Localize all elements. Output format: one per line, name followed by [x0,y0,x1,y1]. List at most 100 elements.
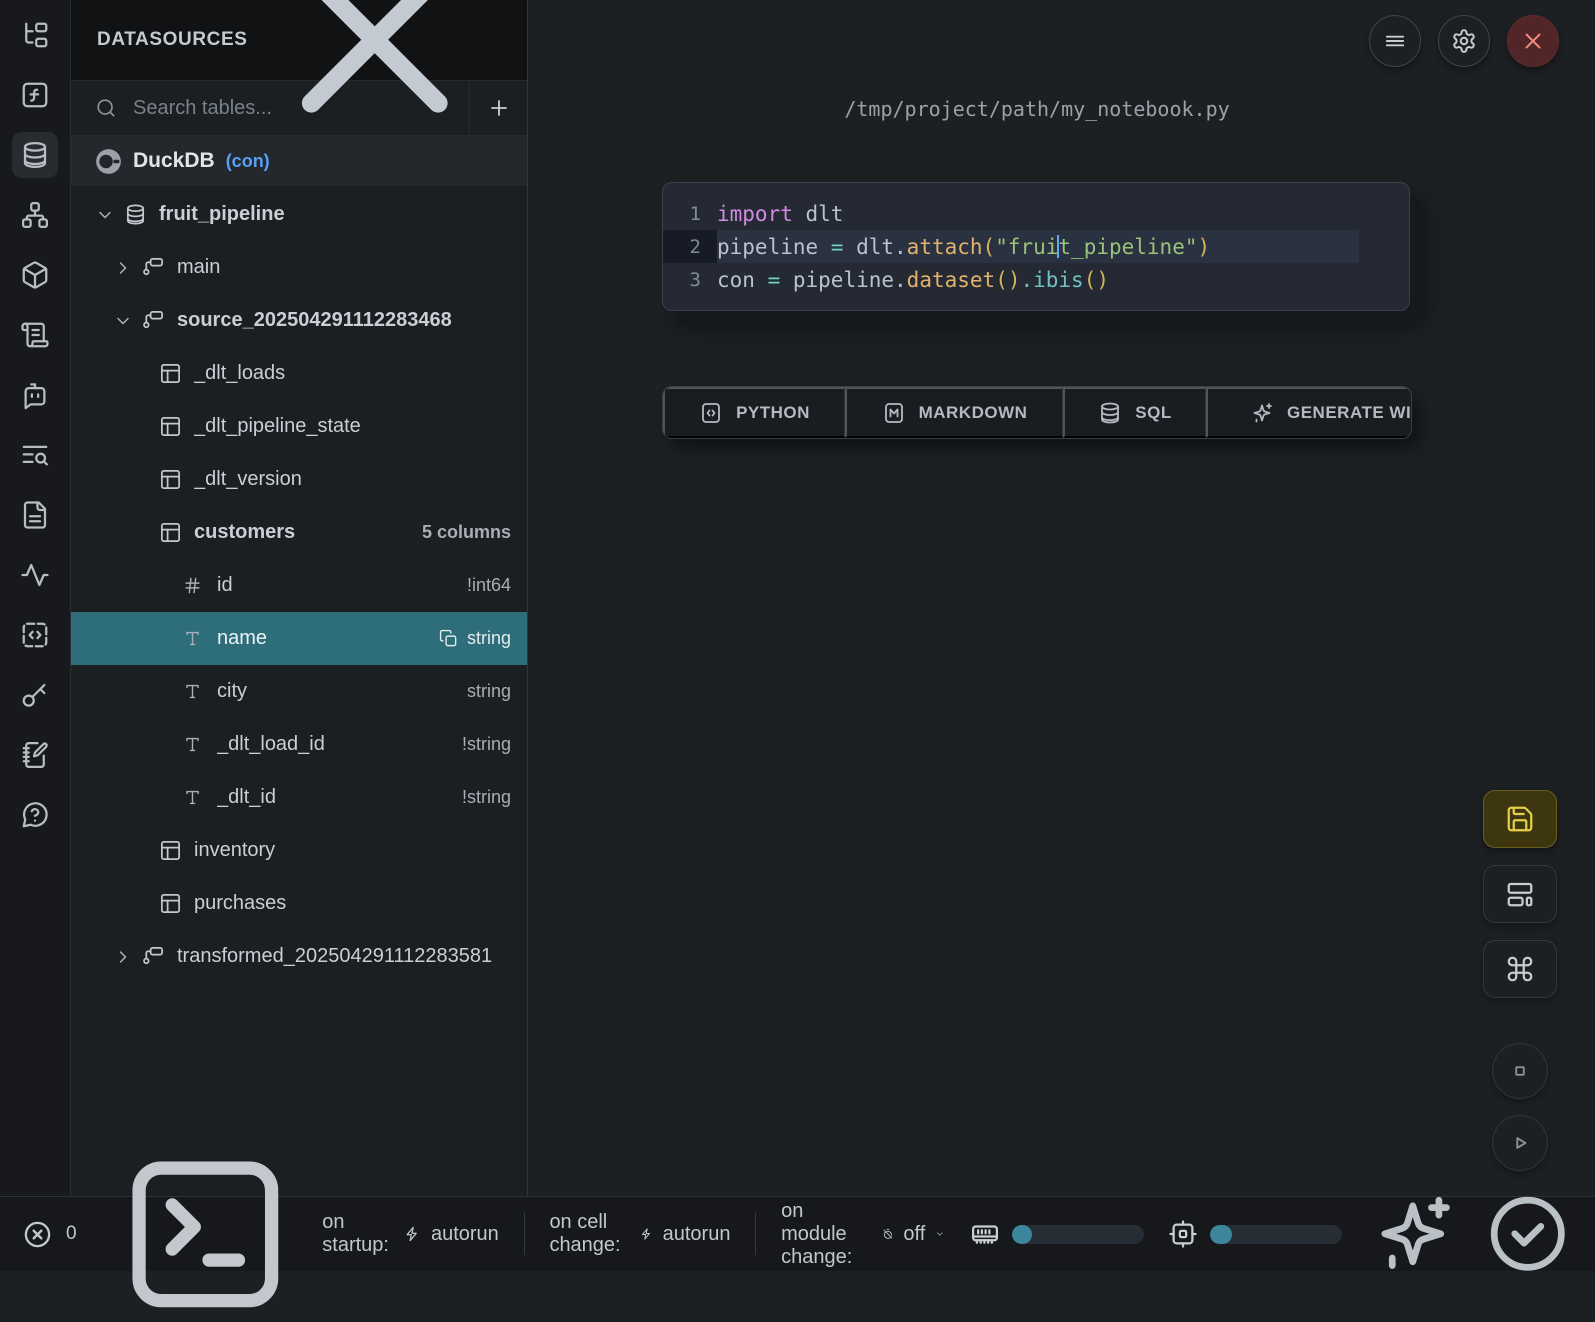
button-label: SQL [1135,403,1171,423]
type-icon [183,682,202,701]
plus-icon [487,96,511,120]
type-icon [183,788,202,807]
timer-off-icon [882,1223,894,1245]
activity-item-text-search[interactable] [12,432,58,478]
run-button[interactable] [1492,1115,1548,1171]
tree-item-label: transformed_202504291112283581 [177,945,527,968]
help-circle-icon [20,800,50,830]
datasources-panel: DATASOURCES DuckDB (con) fruit_pipelinem… [71,0,528,1196]
button-label: MARKDOWN [919,403,1028,423]
chevron-right-icon[interactable] [113,258,133,278]
activity-item-box[interactable] [12,252,58,298]
tree-row-_dlt_pipeline_state[interactable]: _dlt_pipeline_state [71,400,527,453]
chevron-down-icon[interactable] [95,205,115,225]
code-editor[interactable]: 1import dlt2pipeline = dlt.attach("fruit… [663,183,1409,310]
activity-item-file-tree[interactable] [12,12,58,58]
tree-row-customers[interactable]: customers5 columns [71,506,527,559]
add-datasource-button[interactable] [470,81,527,135]
activity-bar [0,0,71,1196]
sparkles-icon [1368,1189,1458,1279]
tree-row-fruit_pipeline[interactable]: fruit_pipeline [71,188,527,241]
menu-button[interactable] [1369,15,1421,67]
run-setting-on-cell-change[interactable]: on cell change:autorun [524,1211,755,1257]
tree-row-name[interactable]: namestring [71,612,527,665]
activity-item-bot-message[interactable] [12,372,58,418]
ai-sparkles-button[interactable] [1368,1189,1458,1279]
database-icon [20,140,50,170]
hash-icon [183,576,202,595]
tree-row-_dlt_load_id[interactable]: _dlt_load_id!string [71,718,527,771]
stop-button[interactable] [1492,1043,1548,1099]
add-cell-button-python[interactable]: PYTHON [663,387,845,438]
network-icon [20,200,50,230]
code-cell[interactable]: 1import dlt2pipeline = dlt.attach("fruit… [662,182,1410,311]
close-icon [1520,28,1546,54]
tree-row-city[interactable]: citystring [71,665,527,718]
tree-row-purchases[interactable]: purchases [71,877,527,930]
activity-item-scroll-text[interactable] [12,312,58,358]
search-input[interactable] [131,96,459,121]
memory-meter [970,1219,1144,1249]
add-cell-button-generate-wit[interactable]: GENERATE WIT [1206,387,1412,438]
error-indicator[interactable]: 0 [22,1219,77,1250]
code-square-icon [20,620,50,650]
tree-row-_dlt_loads[interactable]: _dlt_loads [71,347,527,400]
terminal-icon [117,1146,294,1322]
tree-row-inventory[interactable]: inventory [71,824,527,877]
connection-status-button[interactable] [1483,1189,1573,1279]
keyboard-shortcuts-button[interactable] [1483,940,1557,998]
run-setting-on-module-change[interactable]: on module change:off [756,1200,970,1269]
activity-item-function-square[interactable] [12,72,58,118]
save-button[interactable] [1483,790,1557,848]
tree-row-_dlt_version[interactable]: _dlt_version [71,453,527,506]
error-count: 0 [66,1223,77,1245]
datasources-panel-header: DATASOURCES [71,0,527,81]
code-line-1[interactable]: 1import dlt [663,197,1409,230]
activity-item-network[interactable] [12,192,58,238]
shutdown-button[interactable] [1507,15,1559,67]
chevron-down-icon[interactable] [113,311,133,331]
tree-row-source_202504291112283468[interactable]: source_202504291112283468 [71,294,527,347]
activity-item-database[interactable] [12,132,58,178]
code-line-2[interactable]: 2pipeline = dlt.attach("fruit_pipeline") [663,230,1409,263]
setting-value: autorun [431,1223,499,1246]
terminal-button[interactable] [117,1146,294,1322]
activity-item-activity[interactable] [12,552,58,598]
layout-button[interactable] [1483,865,1557,923]
run-setting-on-startup[interactable]: on startup:autorun [297,1211,524,1257]
tree-row-main[interactable]: main [71,241,527,294]
tree-row-_dlt_id[interactable]: _dlt_id!string [71,771,527,824]
add-cell-button-markdown[interactable]: MARKDOWN [845,387,1063,438]
engine-connection: (con) [226,151,270,172]
activity-item-help-circle[interactable] [12,792,58,838]
tree-row-transformed_202504291112283581[interactable]: transformed_202504291112283581 [71,930,527,983]
meter-bar [1012,1225,1144,1244]
tree-item-label: name [217,627,439,650]
add-cell-button-sql[interactable]: SQL [1063,387,1206,438]
tree-item-label: _dlt_load_id [217,733,462,756]
tree-item-label: purchases [194,892,527,915]
scroll-text-icon [20,320,50,350]
table-icon [159,839,182,862]
activity-item-key[interactable] [12,672,58,718]
play-icon [1507,1130,1533,1156]
engine-row[interactable]: DuckDB (con) [71,136,527,186]
code-line-3[interactable]: 3con = pipeline.dataset().ibis() [663,263,1409,296]
markdown-icon [882,401,906,425]
activity-item-notebook-pen[interactable] [12,732,58,778]
table-icon [159,892,182,915]
tree-item-meta: 5 columns [422,522,527,543]
tree-row-id[interactable]: id!int64 [71,559,527,612]
copy-icon[interactable] [439,629,458,648]
app-window: DATASOURCES DuckDB (con) fruit_pipelinem… [0,0,1595,1196]
settings-button[interactable] [1438,15,1490,67]
sparkles-icon [1250,401,1274,425]
database-icon [1098,401,1122,425]
search-box[interactable] [71,81,469,135]
chevron-right-icon[interactable] [113,947,133,967]
tree-item-label: _dlt_loads [194,362,527,385]
activity-item-code-square[interactable] [12,612,58,658]
key-icon [20,680,50,710]
activity-item-file-text[interactable] [12,492,58,538]
zap-icon [640,1223,653,1245]
